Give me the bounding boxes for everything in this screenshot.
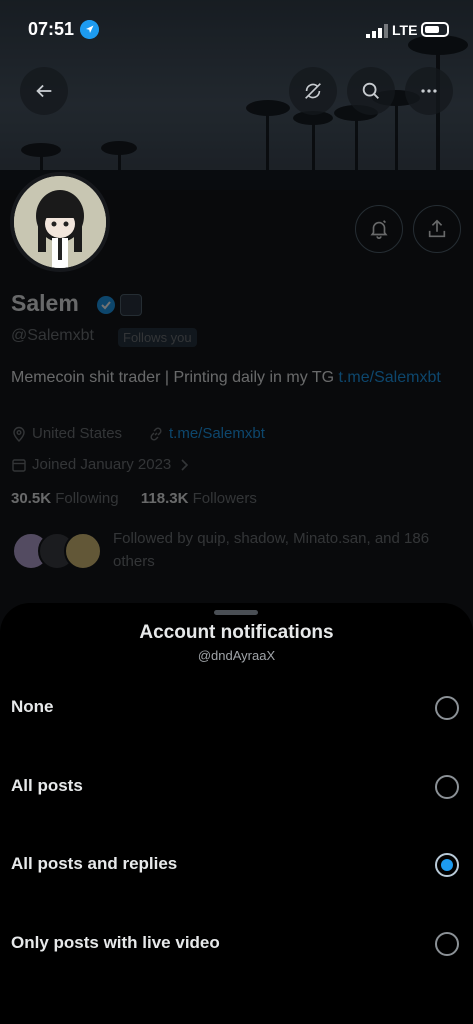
more-icon	[421, 89, 437, 93]
location-text: United States	[32, 425, 123, 442]
option-none[interactable]: None	[0, 673, 473, 743]
status-bar: 07:51 LTE	[0, 0, 473, 56]
option-label: None	[11, 697, 54, 716]
account-notifications-sheet: Account notifications @dndAyraaX None Al…	[0, 603, 473, 1024]
sync-off-icon	[305, 83, 321, 99]
search-icon	[362, 82, 379, 99]
bio-link[interactable]: t.me/Salemxbt	[339, 369, 441, 386]
following-count: 30.5K	[11, 490, 52, 507]
following-stat[interactable]: 30.5K Following	[11, 490, 119, 507]
location-arrow-icon	[80, 20, 99, 39]
sheet-title: Account notifications	[139, 622, 334, 643]
profile-handle: @Salemxbt	[11, 327, 94, 344]
signal-icon	[366, 24, 388, 38]
calendar-icon	[12, 458, 26, 472]
option-live-video-only[interactable]: Only posts with live video	[0, 909, 473, 979]
back-arrow-icon	[36, 84, 52, 98]
sheet-subtitle: @dndAyraaX	[197, 648, 276, 663]
option-all-posts-and-replies[interactable]: All posts and replies	[0, 830, 473, 900]
radio-button[interactable]	[435, 775, 459, 799]
followed-by-text[interactable]: Followed by quip, shadow, Minato.san, an…	[113, 527, 463, 573]
profile-stats: 30.5K Following 118.3K Followers	[11, 490, 257, 507]
followers-label: Followers	[192, 490, 257, 507]
notifications-button[interactable]	[355, 205, 403, 253]
follower-avatar	[64, 532, 102, 570]
back-button[interactable]	[20, 67, 68, 115]
website-link[interactable]: t.me/Salemxbt	[169, 425, 265, 442]
battery-icon	[421, 22, 449, 37]
link-icon	[150, 426, 162, 441]
profile-location: United States	[11, 425, 122, 442]
status-time: 07:51	[28, 19, 75, 39]
sheet-grabber[interactable]	[214, 610, 258, 615]
verified-badge-icon	[97, 296, 115, 314]
follows-you-badge: Follows you	[118, 328, 197, 347]
followers-stat[interactable]: 118.3K Followers	[141, 490, 257, 507]
share-icon	[428, 219, 446, 238]
radio-button[interactable]	[435, 696, 459, 720]
option-label: All posts and replies	[11, 854, 178, 873]
chevron-right-icon	[181, 458, 189, 471]
bell-notifications-icon	[370, 220, 388, 239]
joined-text: Joined January 2023	[32, 456, 172, 473]
sync-button[interactable]	[289, 67, 337, 115]
profile-website[interactable]: t.me/Salemxbt	[148, 425, 265, 442]
option-label: All posts	[11, 776, 83, 795]
search-button[interactable]	[347, 67, 395, 115]
network-type: LTE	[392, 22, 418, 38]
following-label: Following	[55, 490, 119, 507]
share-button[interactable]	[413, 205, 461, 253]
profile-joined[interactable]: Joined January 2023	[11, 456, 192, 473]
radio-button-selected[interactable]	[435, 853, 459, 877]
more-button[interactable]	[405, 67, 453, 115]
followed-by-avatars[interactable]	[12, 532, 104, 572]
option-all-posts[interactable]: All posts	[0, 752, 473, 822]
affiliate-badge[interactable]	[120, 294, 142, 316]
profile-name: Salem	[11, 290, 79, 316]
followers-count: 118.3K	[140, 490, 189, 507]
radio-button[interactable]	[435, 932, 459, 956]
profile-bio: Memecoin shit trader | Printing daily in…	[11, 367, 451, 389]
bio-text: Memecoin shit trader | Printing daily in…	[11, 369, 339, 386]
location-pin-icon	[13, 426, 25, 442]
option-label: Only posts with live video	[11, 933, 220, 952]
profile-avatar[interactable]	[10, 172, 110, 272]
